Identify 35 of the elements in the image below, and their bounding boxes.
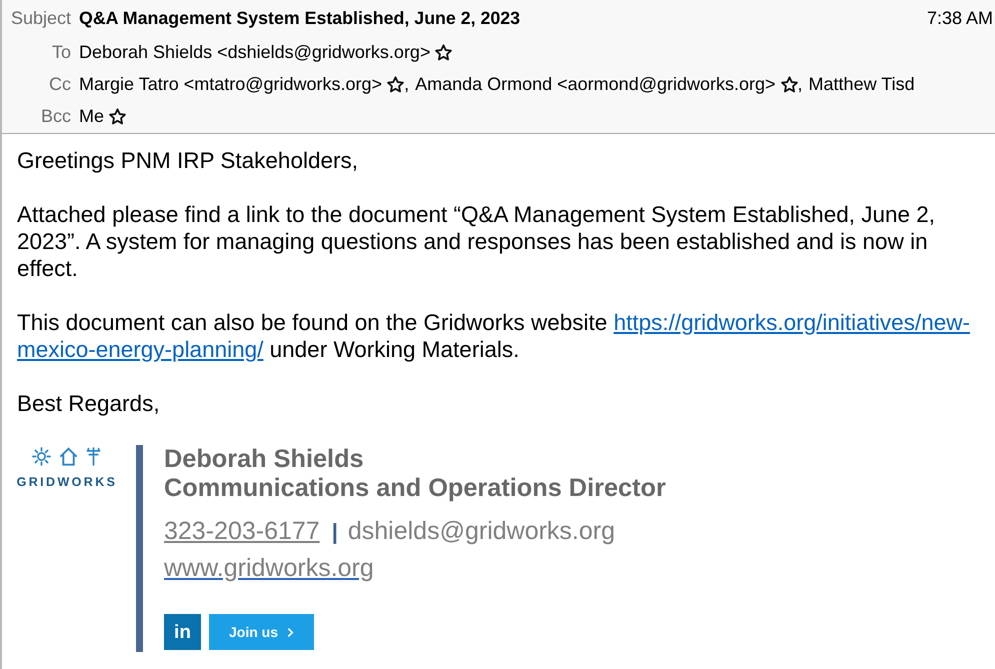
field-label: Subject: [10, 6, 71, 30]
recipient[interactable]: Matthew Tisd: [808, 70, 915, 98]
field-label: Cc: [48, 72, 71, 96]
recipient[interactable]: Margie Tatro <mtatro@gridworks.org>: [79, 70, 382, 98]
star-icon[interactable]: [780, 76, 798, 92]
sun-icon: [32, 447, 50, 466]
body-paragraph: Best Regards,: [17, 390, 161, 417]
star-icon[interactable]: [109, 108, 126, 124]
recipient[interactable]: Me: [79, 102, 104, 130]
separator-text: ,: [798, 72, 803, 96]
chevron-icon: [287, 626, 294, 638]
email-text: dshields@gridworks.org: [348, 516, 616, 547]
link[interactable]: mexico-energy-planning/: [17, 337, 264, 362]
field-label: To: [50, 40, 71, 64]
recipient[interactable]: Deborah Shields <dshields@gridworks.org>: [79, 38, 430, 66]
star-icon[interactable]: [387, 76, 404, 92]
separator-text: ,: [404, 72, 410, 96]
house-icon: [58, 447, 78, 466]
utility-pole-icon: [86, 447, 100, 466]
link[interactable]: https://gridworks.org/initiatives/new-: [614, 310, 970, 335]
signature-name: Deborah Shields: [164, 445, 365, 474]
timestamp: 7:38 AM: [926, 6, 994, 30]
signature-title: Communications and Operations Director: [164, 474, 666, 503]
body-paragraph: This document can also be found on the Gridworks website https://gridworks.org/initiatives/new- mexico-energy-planning/ under Working Materials.: [17, 309, 971, 363]
phone-link[interactable]: 323-203-6177: [164, 513, 320, 550]
website-link[interactable]: www.gridworks.org: [164, 550, 374, 587]
logo-text: GRIDWORKS: [16, 475, 118, 489]
subject-text: Q&A Management System Established, June 2, 2023: [79, 6, 520, 30]
recipient[interactable]: Amanda Ormond <aormond@gridworks.org>: [415, 70, 776, 98]
separator-text: |: [332, 518, 338, 546]
body-paragraph: Attached please find a link to the document “Q&A Management System Established, June 2, 2023”. A system for managing questions and responses has been established and is now in effect.: [17, 201, 936, 282]
body-paragraph: Greetings PNM IRP Stakeholders,: [17, 147, 359, 174]
field-label: Bcc: [40, 104, 71, 128]
star-icon[interactable]: [435, 44, 452, 60]
social-link[interactable]: in: [164, 614, 201, 650]
